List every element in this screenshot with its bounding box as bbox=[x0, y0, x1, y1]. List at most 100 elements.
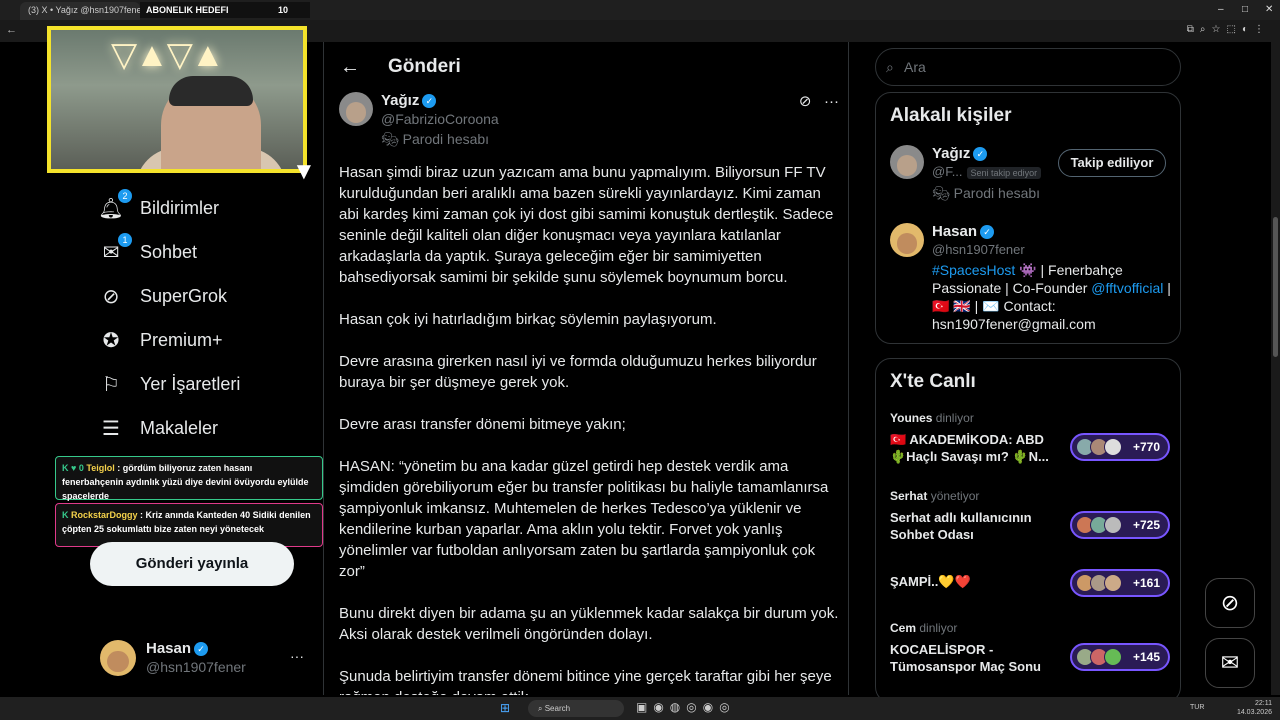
sidebar-item-label: Sohbet bbox=[140, 241, 198, 262]
overlay-label: ABONELIK HEDEFI bbox=[146, 5, 229, 15]
post-paragraph: HASAN: “yönetim bu ana kadar güzel getir… bbox=[339, 458, 829, 580]
mask-icon: 🎭︎ bbox=[932, 185, 954, 201]
space-host: Serhat yönetiyor bbox=[890, 489, 980, 503]
mail-icon: ✉︎ 1 bbox=[98, 233, 132, 265]
sidebar-item-notifications[interactable]: 🔔︎ 2 Bildirimler bbox=[98, 186, 240, 230]
space-title: 🇹🇷 AKADEMİKODA: ABD 🌵Haçlı Savaşı mı? 🌵N… bbox=[890, 432, 1049, 464]
related-person[interactable]: Hasan ✓ @hsn1907fener #SpacesHost 👾 | Fen… bbox=[890, 223, 1171, 338]
more-icon[interactable]: ··· bbox=[290, 648, 304, 664]
live-space-item[interactable]: Younes dinliyor 🇹🇷 AKADEMİKODA: ABD 🌵Haç… bbox=[890, 411, 1170, 465]
toolbar-icons[interactable]: ⧉⌕☆⬚◐⋮ bbox=[1187, 24, 1270, 35]
author-avatar[interactable] bbox=[339, 92, 373, 126]
post-paragraph: Şunuda belirtiyim transfer dönemi bitinc… bbox=[339, 668, 832, 695]
space-host: Younes dinliyor bbox=[890, 411, 974, 425]
sidebar-item-chat[interactable]: ✉︎ 1 Sohbet bbox=[98, 230, 240, 274]
space-title: Serhat adlı kullanıcının Sohbet Odası bbox=[890, 510, 1032, 542]
post-button[interactable]: Gönderi yayınla bbox=[90, 542, 294, 586]
grok-floating-button[interactable]: ⊘ bbox=[1205, 578, 1255, 628]
chat-badges: K ♥ 0 bbox=[62, 463, 84, 473]
grok-icon: ⊘ bbox=[1220, 590, 1240, 615]
page-title: Gönderi bbox=[388, 56, 461, 77]
search-icon: ⌕ bbox=[886, 59, 894, 75]
maximize-button[interactable]: □ bbox=[1242, 4, 1248, 15]
related-people-card: Alakalı kişiler Yağız ✓ @F... Seni takip e… bbox=[875, 92, 1181, 344]
close-button[interactable]: ✕ bbox=[1265, 4, 1273, 15]
chat-badge: 1 bbox=[118, 233, 132, 247]
verified-icon: ✓ bbox=[422, 94, 437, 109]
sidebar-item-label: SuperGrok bbox=[140, 285, 228, 306]
space-host: Cem dinliyor bbox=[890, 621, 958, 635]
back-arrow-icon[interactable]: ← bbox=[340, 56, 380, 79]
author-handle[interactable]: @FabrizioCoroona bbox=[381, 111, 499, 127]
faded-chat-messages bbox=[55, 390, 323, 446]
back-nav-icon[interactable]: ← bbox=[6, 24, 17, 36]
webcam-overlay: ▽▲▽▲ bbox=[47, 26, 307, 173]
person-bio: #SpacesHost 👾 | Fenerbahçe Passionate | … bbox=[932, 262, 1171, 332]
post-body: Hasan şimdi biraz uzun yazıcam ama bunu … bbox=[339, 162, 839, 695]
verified-icon: ✓ bbox=[194, 642, 209, 657]
hashtag-link[interactable]: #SpacesHost bbox=[932, 262, 1015, 278]
profile-handle: @hsn1907fener bbox=[146, 659, 246, 675]
listener-count-pill[interactable]: +161 bbox=[1070, 569, 1170, 597]
account-switcher[interactable]: Hasan ✓ @hsn1907fener ··· bbox=[100, 638, 310, 678]
verified-icon: ✓ bbox=[973, 147, 988, 162]
person-handle: @F... Seni takip ediyor bbox=[932, 164, 1042, 179]
more-icon[interactable]: ··· bbox=[824, 93, 839, 110]
space-title: ŞAMPİ..💛❤️ bbox=[890, 574, 971, 589]
page-scrollbar[interactable] bbox=[1271, 42, 1280, 695]
system-clock[interactable]: 22:11 14.03.2026 bbox=[1237, 699, 1272, 717]
grok-icon: ⊘ bbox=[102, 285, 120, 308]
post-paragraph: Hasan çok iyi hatırladığım birkaç söylem… bbox=[339, 311, 717, 328]
post-header: ← Gönderi bbox=[324, 42, 848, 92]
main-column: ← Gönderi Yağız ✓ @FabrizioCoroona 🎭︎ Par… bbox=[323, 42, 849, 695]
live-space-item[interactable]: Serhat yönetiyor Serhat adlı kullanıcını… bbox=[890, 489, 1170, 543]
browser-tab[interactable]: (3) X • Yağız @hsn1907fener bbox=[20, 2, 140, 20]
live-spaces-card: X'te Canlı Younes dinliyor 🇹🇷 AKADEMİKOD… bbox=[875, 358, 1181, 703]
taskbar-app-icons[interactable]: ▣◉◍◎◉◎ bbox=[636, 700, 736, 714]
verified-icon: ✓ bbox=[980, 225, 995, 240]
overlay-value: 10 bbox=[277, 5, 288, 15]
live-space-item[interactable]: ŞAMPİ..💛❤️ +161 bbox=[890, 567, 1170, 597]
post-paragraph: Hasan şimdi biraz uzun yazıcam ama bunu … bbox=[339, 164, 834, 286]
listener-count-pill[interactable]: +770 bbox=[1070, 433, 1170, 461]
scrollbar-thumb[interactable] bbox=[1273, 217, 1278, 357]
verified-badge-icon: ✪ bbox=[102, 329, 120, 352]
parody-label: 🎭︎ Parodi hesabı bbox=[932, 185, 1041, 201]
stream-chat-message: K RockstarDoggy : Kriz anında Kanteden 4… bbox=[55, 503, 323, 547]
taskbar-search[interactable]: ⌕ Search bbox=[528, 700, 624, 717]
avatar bbox=[100, 640, 136, 676]
author-name[interactable]: Yağız ✓ bbox=[381, 92, 437, 109]
grok-icon[interactable]: ⊘ bbox=[799, 93, 812, 110]
browser-titlebar: (3) X • Yağız @hsn1907fener ABONELIK HED… bbox=[0, 0, 1280, 20]
mention-link[interactable]: @fftvofficial bbox=[1091, 280, 1163, 296]
chat-username: RockstarDoggy bbox=[71, 510, 138, 520]
sidebar-item-label: Bildirimler bbox=[140, 197, 220, 218]
messages-floating-button[interactable]: ✉︎ bbox=[1205, 638, 1255, 688]
search-input[interactable]: ⌕ Ara bbox=[875, 48, 1181, 86]
chat-badges: K bbox=[62, 510, 69, 520]
post-author: Yağız ✓ @FabrizioCoroona 🎭︎ Parodi hesabı… bbox=[339, 92, 839, 152]
notification-badge: 2 bbox=[118, 189, 132, 203]
sidebar-item-supergrok[interactable]: ⊘ SuperGrok bbox=[98, 274, 240, 318]
language-indicator[interactable]: TUR bbox=[1190, 704, 1204, 711]
streamer-hair bbox=[169, 76, 253, 106]
card-title: X'te Canlı bbox=[890, 371, 976, 392]
post-paragraph: Devre arası transfer dönemi bitmeye yakı… bbox=[339, 416, 626, 433]
sidebar-item-premium[interactable]: ✪ Premium+ bbox=[98, 318, 240, 362]
following-button[interactable]: Takip ediliyor bbox=[1058, 149, 1166, 177]
minimize-button[interactable]: – bbox=[1218, 4, 1224, 15]
os-taskbar: ⊞ ⌕ Search ▣◉◍◎◉◎ TUR 22:11 14.03.2026 bbox=[0, 697, 1280, 720]
listener-count-pill[interactable]: +145 bbox=[1070, 643, 1170, 671]
listener-count-pill[interactable]: +725 bbox=[1070, 511, 1170, 539]
stream-logo-icon: ▼ bbox=[292, 158, 316, 185]
live-space-item[interactable]: Cem dinliyor KOCAELİSPOR - Tümosanspor M… bbox=[890, 621, 1170, 675]
windows-start-icon[interactable]: ⊞ bbox=[500, 701, 510, 715]
mask-icon: 🎭︎ bbox=[381, 131, 403, 147]
parody-label: 🎭︎ Parodi hesabı bbox=[381, 131, 490, 147]
mail-icon: ✉︎ bbox=[1220, 650, 1240, 675]
space-title: KOCAELİSPOR - Tümosanspor Maç Sonu bbox=[890, 642, 1041, 674]
card-title: Alakalı kişiler bbox=[890, 105, 1012, 126]
stream-chat-message: K ♥ 0 Teiglol : gördüm biliyoruz zaten h… bbox=[55, 456, 323, 501]
chat-username: Teiglol bbox=[86, 463, 115, 473]
avatar bbox=[890, 223, 924, 257]
